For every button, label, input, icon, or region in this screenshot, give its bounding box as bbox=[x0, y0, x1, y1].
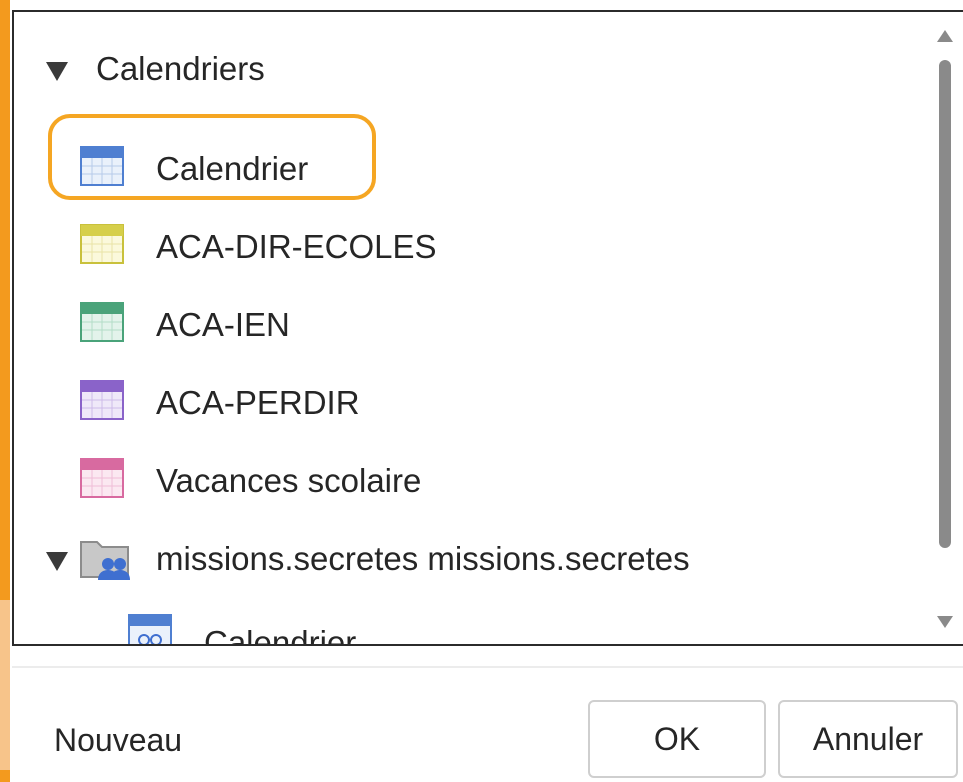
calendar-item-shared-calendrier[interactable]: Calendrier bbox=[128, 610, 528, 646]
calendar-item-calendrier[interactable]: Calendrier bbox=[80, 140, 380, 200]
ok-button[interactable]: OK bbox=[588, 700, 766, 778]
scrollbar-thumb[interactable] bbox=[939, 60, 951, 548]
calendar-item-aca-ien[interactable]: ACA-IEN bbox=[80, 296, 680, 356]
vertical-scrollbar[interactable] bbox=[927, 12, 963, 644]
calendar-purple-icon bbox=[80, 380, 124, 420]
scroll-up-arrow-icon[interactable] bbox=[937, 30, 953, 42]
calendar-label: Vacances scolaire bbox=[156, 462, 422, 499]
shared-calendar-icon bbox=[128, 614, 172, 644]
calendar-label: Calendrier bbox=[156, 150, 309, 187]
group-label: missions.secretes missions.secretes bbox=[156, 540, 690, 577]
calendar-label: Calendrier bbox=[204, 624, 357, 646]
calendar-tree-list[interactable]: Calendriers Calendrier ACA-DIR-ECOLES AC… bbox=[12, 10, 963, 646]
scroll-down-arrow-icon[interactable] bbox=[937, 616, 953, 628]
expand-caret-icon[interactable] bbox=[46, 552, 68, 571]
window-edge bbox=[0, 0, 10, 782]
calendar-green-icon bbox=[80, 302, 124, 342]
calendar-label: ACA-DIR-ECOLES bbox=[156, 228, 437, 265]
cancel-button[interactable]: Annuler bbox=[778, 700, 958, 778]
calendar-blue-icon bbox=[80, 146, 124, 186]
new-calendar-link[interactable]: Nouveau bbox=[54, 718, 182, 762]
calendar-item-aca-dir-ecoles[interactable]: ACA-DIR-ECOLES bbox=[80, 218, 680, 278]
calendar-label: ACA-IEN bbox=[156, 306, 290, 343]
calendar-label: ACA-PERDIR bbox=[156, 384, 360, 421]
tree-group-missions-secretes[interactable]: missions.secretes missions.secretes bbox=[42, 530, 902, 590]
footer-divider bbox=[12, 666, 963, 668]
calendar-item-aca-perdir[interactable]: ACA-PERDIR bbox=[80, 374, 680, 434]
calendar-pink-icon bbox=[80, 458, 124, 498]
shared-folder-icon bbox=[80, 541, 130, 580]
expand-caret-icon[interactable] bbox=[46, 62, 68, 81]
calendar-yellow-icon bbox=[80, 224, 124, 264]
calendar-item-vacances-scolaire[interactable]: Vacances scolaire bbox=[80, 452, 680, 512]
group-label: Calendriers bbox=[96, 50, 265, 87]
calendar-picker-dialog: Calendriers Calendrier ACA-DIR-ECOLES AC… bbox=[0, 0, 963, 782]
